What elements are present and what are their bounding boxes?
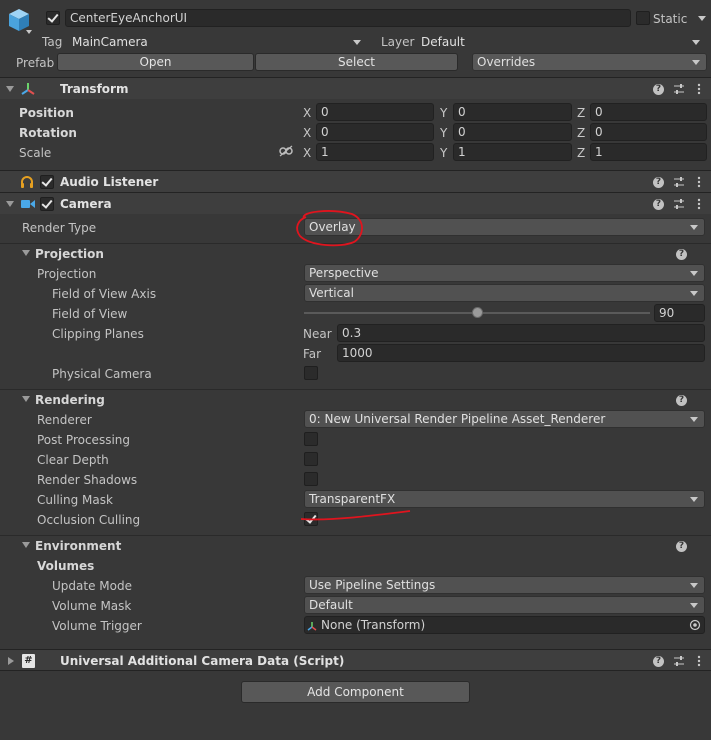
annotation-overlay	[296, 210, 411, 521]
annotation-circle	[296, 210, 363, 247]
annotation-underline	[300, 510, 411, 521]
